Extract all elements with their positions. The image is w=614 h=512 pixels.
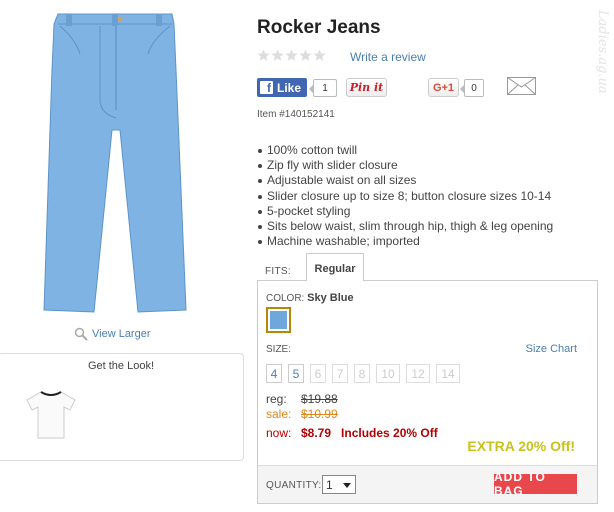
size-option-6[interactable]: 6 bbox=[310, 364, 326, 383]
magnifier-icon bbox=[74, 327, 88, 341]
facebook-like-button[interactable]: f Like bbox=[257, 78, 307, 97]
add-to-bag-button[interactable]: ADD TO BAG bbox=[494, 470, 577, 498]
now-price: $8.79 bbox=[301, 426, 332, 440]
star-icon bbox=[299, 49, 312, 61]
star-icon bbox=[271, 49, 284, 61]
rating-stars[interactable] bbox=[257, 49, 326, 62]
feature-item: Adjustable waist on all sizes bbox=[257, 173, 553, 188]
discount-note: Includes 20% Off bbox=[341, 426, 438, 440]
feature-item: 100% cotton twill bbox=[257, 143, 553, 158]
view-larger-link[interactable]: View Larger bbox=[74, 327, 151, 341]
star-icon bbox=[313, 49, 326, 61]
size-option-12[interactable]: 12 bbox=[406, 364, 430, 383]
size-option-8[interactable]: 8 bbox=[354, 364, 370, 383]
view-larger-label: View Larger bbox=[92, 328, 151, 340]
quantity-bar: QUANTITY: 1 ADD TO BAG bbox=[258, 465, 597, 503]
swatch-fill bbox=[270, 311, 287, 329]
regular-price-row: reg: $19.88 bbox=[266, 392, 338, 406]
purchase-options-panel: COLOR: Sky Blue SIZE: Size Chart 4 5 6 7… bbox=[257, 280, 598, 504]
chevron-down-icon bbox=[343, 483, 351, 488]
star-icon bbox=[257, 49, 270, 61]
sale-price: $10.99 bbox=[301, 407, 338, 421]
feature-item: Zip fly with slider closure bbox=[257, 158, 553, 173]
like-label: Like bbox=[277, 80, 302, 95]
size-option-14[interactable]: 14 bbox=[436, 364, 460, 383]
quantity-value: 1 bbox=[326, 477, 333, 492]
feature-item: Slider closure up to size 8; button clos… bbox=[257, 189, 553, 204]
now-price-label: now: bbox=[266, 426, 292, 440]
pinterest-pin-button[interactable]: Pin it bbox=[346, 78, 387, 97]
watermark: Ladies.ag.ua bbox=[595, 10, 610, 94]
size-option-7[interactable]: 7 bbox=[332, 364, 348, 383]
feature-item: Sits below waist, slim through hip, thig… bbox=[257, 219, 553, 234]
feature-item: Machine washable; imported bbox=[257, 234, 553, 249]
like-count: 1 bbox=[309, 79, 337, 97]
tshirt-thumbnail[interactable] bbox=[23, 386, 79, 442]
fits-label: FITS: bbox=[265, 266, 291, 277]
item-number: Item #140152141 bbox=[257, 109, 335, 120]
tab-regular-fit[interactable]: Regular bbox=[306, 253, 364, 281]
size-option-10[interactable]: 10 bbox=[376, 364, 400, 383]
now-price-row: now: $8.79 Includes 20% Off bbox=[266, 426, 438, 440]
color-value: Sky Blue bbox=[307, 292, 354, 304]
google-plus-button[interactable]: G+1 bbox=[428, 78, 459, 97]
color-label-row: COLOR: Sky Blue bbox=[266, 292, 354, 304]
regular-price-label: reg: bbox=[266, 392, 287, 406]
quantity-label: QUANTITY: bbox=[266, 480, 322, 491]
color-label: COLOR: bbox=[266, 293, 305, 304]
feature-item: 5-pocket styling bbox=[257, 204, 553, 219]
size-label: SIZE: bbox=[266, 344, 292, 355]
get-the-look-title: Get the Look! bbox=[87, 360, 155, 372]
write-review-link[interactable]: Write a review bbox=[350, 50, 426, 64]
regular-price: $19.88 bbox=[301, 392, 338, 406]
sale-price-label: sale: bbox=[266, 407, 292, 421]
gplus-count: 0 bbox=[460, 79, 484, 97]
get-the-look-panel: Get the Look! bbox=[0, 353, 244, 461]
star-icon bbox=[285, 49, 298, 61]
product-image-jeans[interactable] bbox=[40, 10, 190, 316]
email-icon[interactable] bbox=[507, 77, 536, 95]
sale-price-row: sale: $10.99 bbox=[266, 407, 338, 421]
product-title: Rocker Jeans bbox=[257, 17, 381, 38]
color-swatch-sky-blue[interactable] bbox=[266, 307, 291, 333]
facebook-icon: f bbox=[260, 81, 273, 94]
feature-list: 100% cotton twill Zip fly with slider cl… bbox=[257, 143, 553, 249]
quantity-select[interactable]: 1 bbox=[322, 475, 356, 494]
size-option-5[interactable]: 5 bbox=[288, 364, 304, 383]
size-option-4[interactable]: 4 bbox=[266, 364, 282, 383]
extra-discount-badge: EXTRA 20% Off! bbox=[467, 438, 575, 454]
size-options: 4 5 6 7 8 10 12 14 bbox=[266, 364, 460, 383]
size-chart-link[interactable]: Size Chart bbox=[526, 343, 577, 355]
